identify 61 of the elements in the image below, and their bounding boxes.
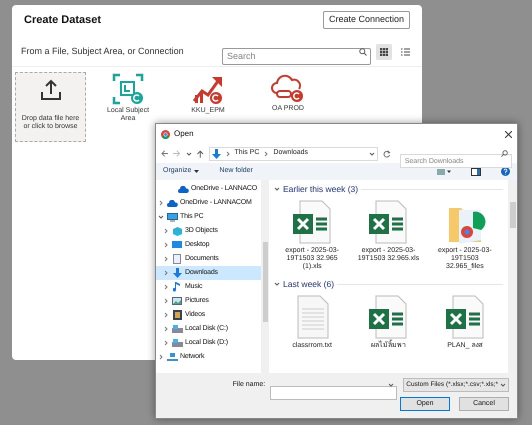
panel-title: Create Dataset bbox=[24, 12, 102, 28]
chevron-down-icon[interactable] bbox=[500, 382, 506, 388]
download-arrow-icon bbox=[212, 148, 221, 158]
close-icon[interactable] bbox=[505, 130, 512, 138]
chevron-down-icon[interactable] bbox=[388, 382, 394, 388]
grid-icon bbox=[380, 48, 388, 56]
desktop-icon bbox=[172, 241, 182, 249]
group-header[interactable]: Last week (6) bbox=[283, 278, 334, 290]
chevron-right-icon[interactable] bbox=[163, 256, 169, 262]
chevron-right-icon[interactable] bbox=[163, 312, 169, 318]
scrollbar[interactable] bbox=[508, 180, 517, 373]
browser-logo-icon bbox=[161, 130, 170, 138]
monitor-icon bbox=[166, 212, 178, 222]
dialog-title: Open bbox=[174, 128, 194, 140]
list-icon bbox=[400, 48, 410, 56]
up-arrow-icon[interactable] bbox=[196, 150, 204, 158]
subject-area-icon bbox=[112, 73, 144, 105]
chevron-down-icon[interactable] bbox=[158, 214, 164, 220]
chevron-right-icon[interactable] bbox=[163, 340, 169, 346]
document-icon bbox=[173, 254, 181, 264]
grid-view-button[interactable] bbox=[376, 44, 392, 60]
chevron-right-icon[interactable] bbox=[158, 200, 164, 206]
search-icon bbox=[501, 150, 508, 157]
chevron-right-icon[interactable] bbox=[163, 326, 169, 332]
chevron-right-icon[interactable] bbox=[163, 242, 169, 248]
chevron-right-icon[interactable] bbox=[224, 150, 231, 156]
drive-icon bbox=[172, 339, 182, 347]
music-note-icon bbox=[173, 282, 181, 292]
download-arrow-icon bbox=[172, 268, 182, 278]
subtitle: From a File, Subject Area, or Connection bbox=[21, 44, 184, 58]
cloud-connection-icon bbox=[271, 73, 305, 103]
preview-pane-icon[interactable] bbox=[471, 168, 481, 176]
chevron-down-icon[interactable] bbox=[274, 186, 280, 192]
back-arrow-icon[interactable] bbox=[161, 150, 168, 157]
caret-icon bbox=[194, 170, 200, 173]
help-icon[interactable] bbox=[501, 167, 510, 176]
chevron-right-icon[interactable] bbox=[163, 298, 169, 304]
chevron-down-icon[interactable] bbox=[186, 150, 192, 156]
chevron-down-icon[interactable] bbox=[369, 150, 376, 156]
network-icon bbox=[166, 353, 178, 361]
view-options-icon[interactable] bbox=[437, 168, 451, 174]
scrollbar[interactable] bbox=[261, 180, 269, 373]
chevron-right-icon[interactable] bbox=[263, 150, 270, 156]
chevron-right-icon[interactable] bbox=[163, 270, 169, 276]
search-field[interactable]: Search bbox=[222, 48, 371, 64]
search-icon bbox=[359, 48, 367, 56]
chevron-down-icon[interactable] bbox=[274, 281, 280, 287]
refresh-icon[interactable] bbox=[383, 150, 391, 158]
chevron-right-icon[interactable] bbox=[163, 284, 169, 290]
drive-icon bbox=[172, 325, 182, 333]
file-name-field[interactable] bbox=[270, 386, 398, 400]
chevron-right-icon[interactable] bbox=[163, 228, 169, 234]
film-icon bbox=[172, 310, 182, 320]
cube-icon bbox=[172, 226, 182, 236]
picture-icon bbox=[172, 297, 182, 305]
cloud-icon bbox=[166, 200, 178, 206]
create-connection-button[interactable]: Create Connection bbox=[322, 11, 410, 29]
upload-icon bbox=[38, 78, 62, 102]
group-header[interactable]: Earlier this week (3) bbox=[283, 182, 358, 196]
chevron-right-icon[interactable] bbox=[158, 354, 164, 360]
cloud-icon bbox=[178, 186, 188, 192]
